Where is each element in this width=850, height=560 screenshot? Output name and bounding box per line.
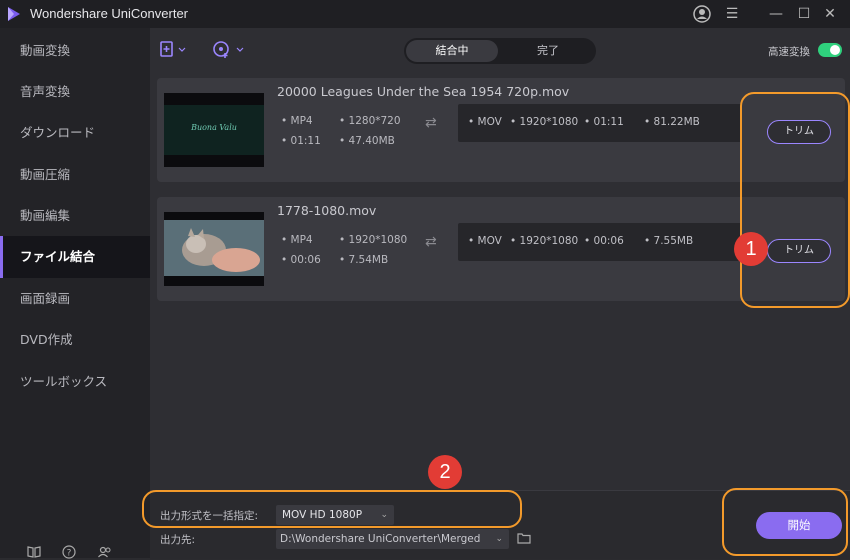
sidebar-item-label: 音声変換 [20,84,71,99]
output-path-select[interactable]: D:\Wondershare UniConverter\Merged ⌄ [276,529,509,549]
video-thumbnail [164,212,264,286]
account-avatar-icon[interactable] [692,4,712,24]
sidebar: 動画変換 音声変換 ダウンロード 動画圧縮 動画編集 ファイル結合 画面録画 D… [0,28,150,559]
source-format: MP4 [290,115,313,127]
convert-arrow-icon: ⇄ [425,115,437,131]
sidebar-item-label: ファイル結合 [20,249,96,264]
target-settings[interactable]: • MOV • 1920*1080 • 00:06 • 7.55MB [458,223,742,261]
target-size: 7.55MB [653,235,694,247]
kitten-thumbnail-image [164,212,264,286]
close-icon[interactable]: ✕ [820,4,840,24]
highlight-start-button [722,488,848,556]
tab-merging[interactable]: 結合中 [406,40,498,62]
source-resolution: 1280*720 [348,115,401,127]
target-format: MOV [477,235,502,247]
convert-arrow-icon: ⇄ [425,234,437,250]
sidebar-item-video-compress[interactable]: 動画圧縮 [0,154,150,196]
target-size: 81.22MB [653,116,700,128]
output-path-value: D:\Wondershare UniConverter\Merged [280,533,481,545]
annotation-badge-2: 2 [428,455,462,489]
highlight-output-format [142,490,522,528]
add-from-device-button[interactable] [212,40,246,62]
app-logo-icon [8,7,20,21]
sidebar-item-audio-convert[interactable]: 音声変換 [0,71,150,113]
source-resolution: 1920*1080 [348,234,408,246]
sidebar-item-label: 動画圧縮 [20,167,71,182]
sidebar-item-label: ツールボックス [20,374,108,389]
source-duration: 01:11 [290,135,321,147]
sidebar-item-dvd[interactable]: DVD作成 [0,319,150,361]
source-duration: 00:06 [290,254,321,266]
highlight-trim-buttons [740,92,850,308]
sidebar-item-label: 動画編集 [20,208,71,223]
target-duration: 00:06 [593,235,624,247]
target-resolution: 1920*1080 [519,116,579,128]
sidebar-item-video-convert[interactable]: 動画変換 [0,30,150,72]
maximize-icon[interactable]: ☐ [794,4,814,24]
source-size: 7.54MB [348,254,389,266]
output-location-label: 出力先: [160,534,196,546]
tab-completed[interactable]: 完了 [502,40,594,62]
sidebar-item-merge[interactable]: ファイル結合 [0,236,150,278]
menu-icon[interactable]: ☰ [722,4,742,24]
target-resolution: 1920*1080 [519,235,579,247]
target-settings[interactable]: • MOV • 1920*1080 • 01:11 • 81.22MB [458,104,742,142]
target-duration: 01:11 [593,116,624,128]
sidebar-item-download[interactable]: ダウンロード [0,112,150,154]
sidebar-item-video-edit[interactable]: 動画編集 [0,195,150,237]
title-bar: Wondershare UniConverter ☰ — ☐ ✕ [0,0,850,28]
source-format: MP4 [290,234,313,246]
sidebar-item-screen-record[interactable]: 画面録画 [0,278,150,320]
app-title: Wondershare UniConverter [30,6,188,21]
source-size: 47.40MB [348,135,395,147]
high-speed-toggle[interactable] [818,43,842,57]
folder-icon[interactable] [517,532,531,544]
sidebar-item-label: 動画変換 [20,43,71,58]
file-name: 20000 Leagues Under the Sea 1954 720p.mo… [277,84,570,99]
toolbar: 結合中 完了 高速変換 [150,28,850,74]
annotation-badge-1: 1 [734,232,768,266]
target-format: MOV [477,116,502,128]
add-files-button[interactable] [160,40,188,62]
file-name: 1778-1080.mov [277,203,377,218]
sidebar-item-label: DVD作成 [20,332,73,347]
high-speed-label: 高速変換 [768,46,810,58]
thumbnail-title-text: Buona Valu [191,123,237,132]
sidebar-item-toolbox[interactable]: ツールボックス [0,361,150,403]
video-thumbnail: Buona Valu [164,93,264,167]
status-tabs: 結合中 完了 [404,38,596,64]
sidebar-item-label: ダウンロード [20,125,96,140]
sidebar-item-label: 画面録画 [20,291,71,306]
chevron-down-icon: ⌄ [495,534,503,544]
minimize-icon[interactable]: — [766,4,786,24]
svg-text:?: ? [67,549,72,559]
